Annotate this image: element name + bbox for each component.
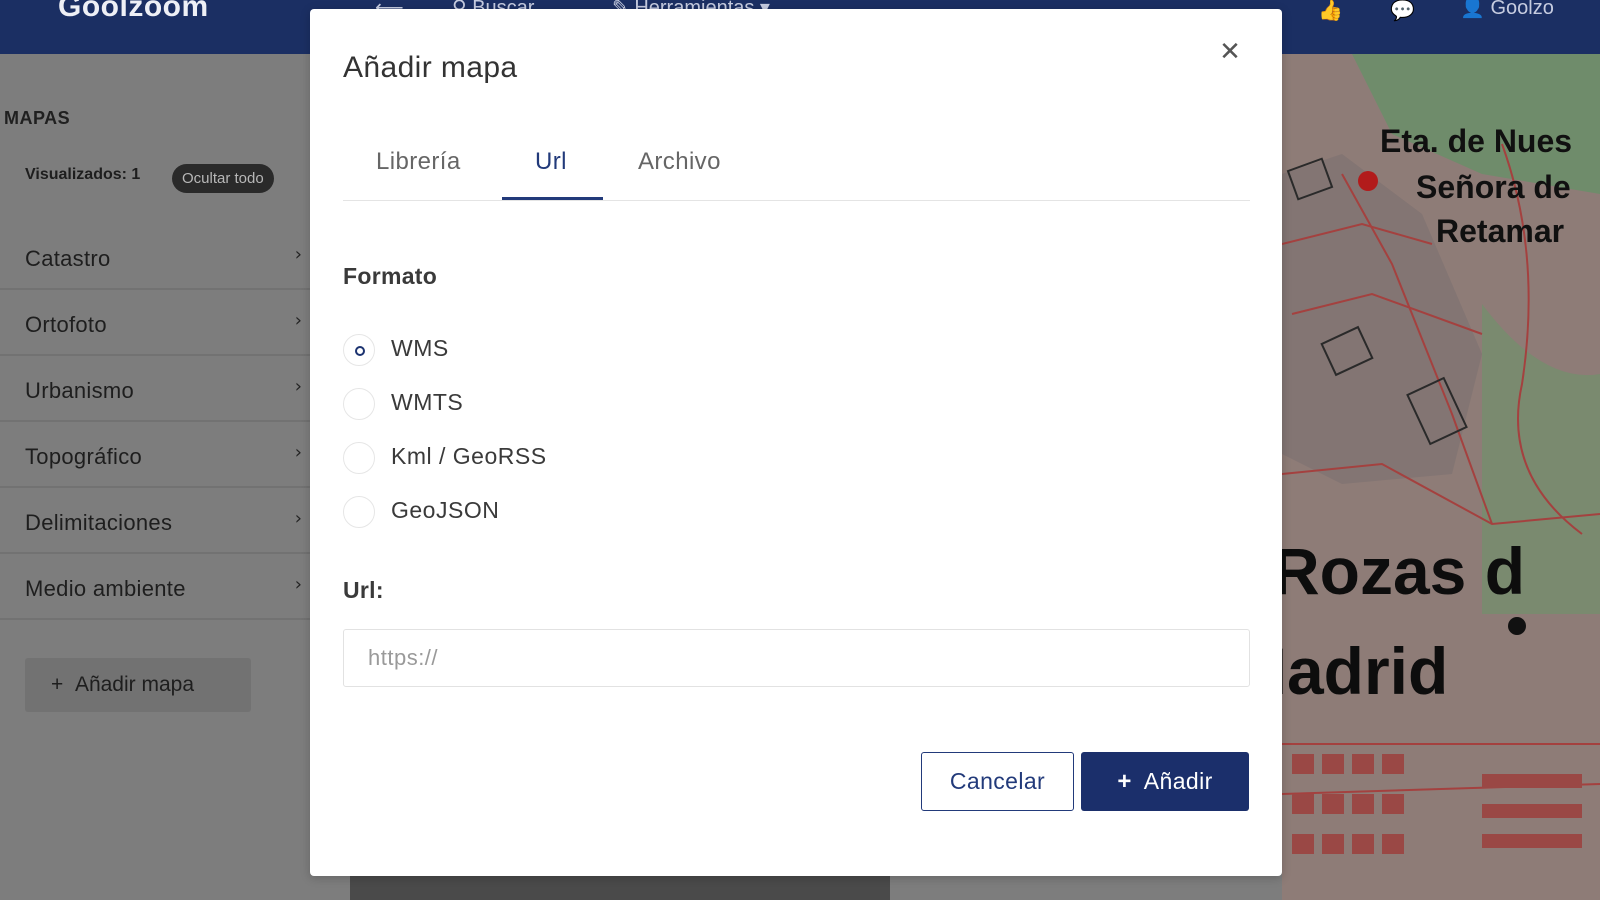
radio-button-checked[interactable]: [343, 334, 375, 366]
format-label: Formato: [343, 263, 438, 289]
map-view[interactable]: Eta. de Nues Señora de Retamar Rozas d M…: [1282, 54, 1600, 900]
sidebar-item-topografico[interactable]: Topográfico ›: [0, 424, 310, 488]
tab-url[interactable]: Url: [535, 148, 567, 176]
sidebar-item-ortofoto[interactable]: Ortofoto ›: [0, 292, 310, 356]
add-map-modal: Añadir mapa ✕ Librería Url Archivo Forma…: [310, 9, 1282, 876]
chevron-right-icon: ›: [294, 310, 302, 331]
sidebar-item-medio-ambiente[interactable]: Medio ambiente ›: [0, 556, 310, 620]
map-label: Retamar: [1436, 213, 1564, 249]
radio-button[interactable]: [343, 496, 375, 528]
chat-icon[interactable]: 💬: [1390, 0, 1415, 23]
chevron-right-icon: ›: [294, 376, 302, 397]
sidebar-add-map-button[interactable]: + Añadir mapa: [25, 658, 251, 712]
plus-icon: +: [1117, 768, 1132, 795]
modal-title: Añadir mapa: [343, 51, 518, 84]
maps-sidebar: MAPAS Visualizados: 1 Ocultar todo Catas…: [0, 54, 310, 900]
close-icon[interactable]: ✕: [1214, 37, 1246, 69]
sidebar-item-urbanismo[interactable]: Urbanismo ›: [0, 358, 310, 422]
chevron-right-icon: ›: [294, 442, 302, 463]
sidebar-item-label: Urbanismo: [25, 378, 135, 403]
url-label: Url:: [343, 577, 384, 603]
format-option-label: WMS: [391, 335, 449, 361]
sidebar-item-label: Ortofoto: [25, 312, 107, 337]
radio-button[interactable]: [343, 388, 375, 420]
sidebar-title: MAPAS: [4, 108, 71, 128]
hide-all-button[interactable]: Ocultar todo: [172, 164, 274, 193]
add-button[interactable]: + Añadir: [1081, 752, 1249, 811]
user-nav-label: Goolzo: [1490, 0, 1554, 19]
cancel-button[interactable]: Cancelar: [921, 752, 1074, 811]
app-logo: Goolzoom: [58, 0, 209, 23]
url-input[interactable]: [343, 629, 1250, 687]
map-label: Rozas d: [1282, 534, 1525, 608]
active-tab-indicator: [502, 197, 603, 200]
map-label: Eta. de Nues: [1380, 123, 1572, 159]
map-label: Madrid: [1282, 634, 1448, 708]
tab-libreria[interactable]: Librería: [376, 148, 461, 176]
sidebar-item-label: Medio ambiente: [25, 576, 186, 601]
user-nav-item[interactable]: 👤 Goolzo: [1460, 0, 1554, 20]
add-button-label: Añadir: [1143, 768, 1213, 794]
sidebar-item-label: Delimitaciones: [25, 510, 173, 535]
radio-button[interactable]: [343, 442, 375, 474]
plus-icon: +: [51, 673, 64, 696]
chevron-right-icon: ›: [294, 244, 302, 265]
visible-count: Visualizados: 1: [25, 166, 141, 183]
modal-tabs: Librería Url Archivo: [343, 134, 1250, 201]
sidebar-item-label: Catastro: [25, 246, 111, 271]
map-label: Señora de: [1416, 169, 1571, 205]
tab-archivo[interactable]: Archivo: [638, 148, 721, 176]
coordinates-bar: [350, 876, 890, 900]
thumbs-up-icon[interactable]: 👍: [1318, 0, 1343, 23]
sidebar-item-delimitaciones[interactable]: Delimitaciones ›: [0, 490, 310, 554]
sidebar-item-catastro[interactable]: Catastro ›: [0, 226, 310, 290]
format-option-label: Kml / GeoRSS: [391, 443, 547, 469]
format-option-label: WMTS: [391, 389, 464, 415]
chevron-right-icon: ›: [294, 574, 302, 595]
sidebar-add-map-label: Añadir mapa: [74, 673, 195, 696]
sidebar-item-label: Topográfico: [25, 444, 143, 469]
format-option-label: GeoJSON: [391, 497, 500, 523]
map-canvas: Eta. de Nues Señora de Retamar Rozas d M…: [1282, 54, 1600, 900]
chevron-right-icon: ›: [294, 508, 302, 529]
